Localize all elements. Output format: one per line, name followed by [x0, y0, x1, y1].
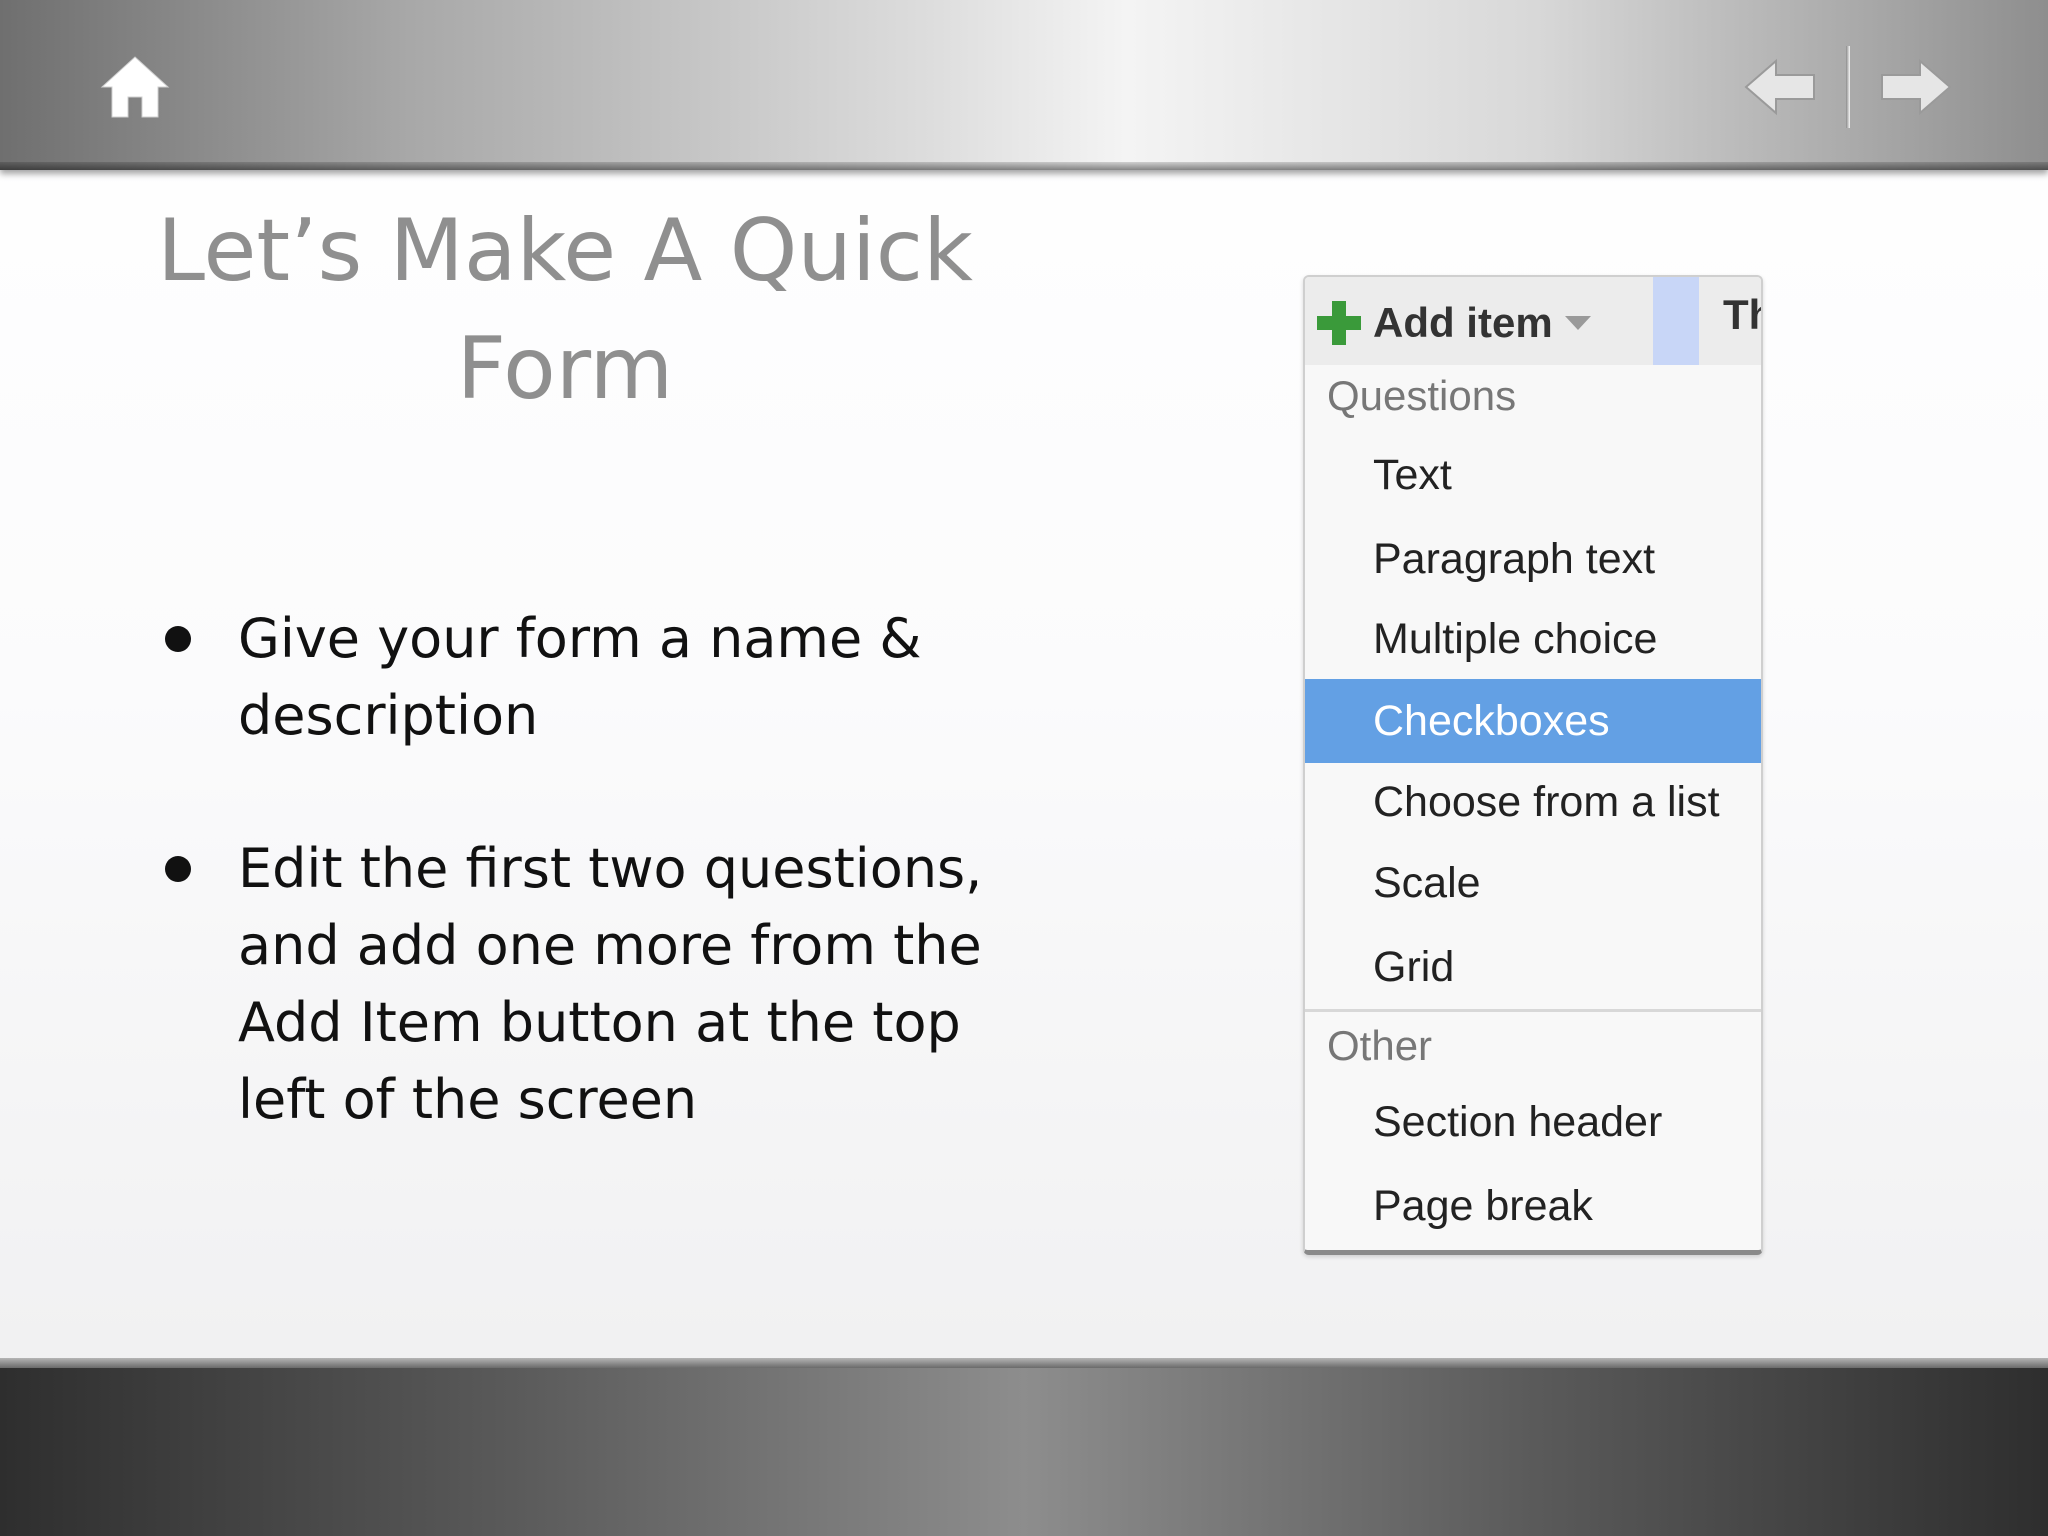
arrow-right-icon[interactable] [1876, 57, 1952, 117]
bullet-text-line: Add Item button at the top [238, 991, 961, 1054]
top-toolbar [0, 0, 2048, 170]
bullet-text-line: Edit the first two questions, [238, 837, 983, 900]
add-item-label: Add item [1373, 299, 1553, 346]
plus-icon [1317, 301, 1361, 345]
arrow-left-icon[interactable] [1744, 57, 1820, 117]
menu-heading-other: Other [1327, 1022, 1433, 1069]
menu-heading-questions: Questions [1327, 372, 1517, 419]
menu-item-checkboxes[interactable]: Checkboxes [1305, 679, 1761, 763]
menu-item-multiple-choice[interactable]: Multiple choice [1305, 597, 1761, 681]
toolbar-next-button[interactable]: Th [1723, 291, 1761, 339]
menu-item-scale[interactable]: Scale [1305, 841, 1761, 925]
chevron-down-icon [1564, 316, 1591, 330]
bullet-list: Give your form a name & description Edit… [160, 600, 1020, 1214]
bullet-text-line: description [238, 684, 539, 747]
bullet-item: Edit the first two questions, and add on… [160, 830, 1020, 1138]
bullet-text-line: Give your form a name & [238, 607, 922, 670]
slide-navigation [1744, 44, 1952, 130]
bullet-text-line: and add one more from the [238, 914, 982, 977]
menu-item-text[interactable]: Text [1305, 433, 1761, 517]
bullet-item: Give your form a name & description [160, 600, 1020, 754]
menu-item-section-header[interactable]: Section header [1305, 1080, 1761, 1164]
bottom-bar [0, 1358, 2048, 1536]
menu-divider [1305, 1009, 1761, 1012]
slide-title: Let’s Make A Quick Form [130, 192, 1000, 428]
menu-item-grid[interactable]: Grid [1305, 925, 1761, 1009]
bullet-text-line: left of the screen [238, 1068, 698, 1131]
menu-item-page-break[interactable]: Page break [1305, 1164, 1761, 1248]
menu-item-choose-from-a-list[interactable]: Choose from a list [1305, 760, 1761, 844]
add-item-dropdown-screenshot: Add item Th Questions Text Paragraph tex… [1303, 275, 1763, 1255]
home-icon[interactable] [100, 55, 170, 119]
nav-divider [1846, 46, 1850, 128]
add-item-button[interactable]: Add item [1315, 291, 1591, 355]
slide-title-line-2: Form [456, 319, 674, 419]
toolbar-tab-highlight[interactable] [1653, 277, 1699, 365]
menu-item-paragraph-text[interactable]: Paragraph text [1305, 517, 1761, 601]
slide-title-line-1: Let’s Make A Quick [157, 201, 973, 301]
